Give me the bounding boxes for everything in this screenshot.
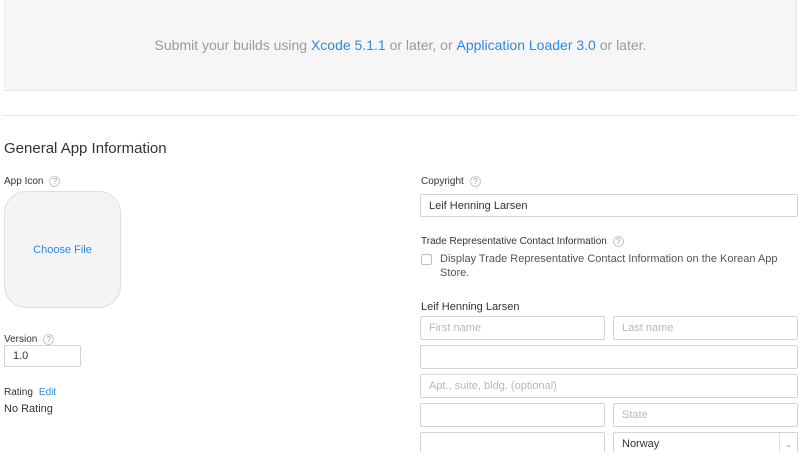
last-name-input[interactable]: Last name — [613, 316, 798, 340]
banner-prefix-text: Submit your builds using — [154, 37, 311, 53]
application-loader-link[interactable]: Application Loader 3.0 — [457, 37, 596, 53]
country-select[interactable]: Norway ⌄ — [613, 432, 798, 452]
copyright-label: Copyright — [421, 176, 464, 187]
section-divider — [4, 115, 797, 116]
help-icon[interactable]: ? — [612, 236, 624, 247]
help-icon[interactable]: ? — [469, 176, 481, 187]
app-icon-label: App Icon — [4, 176, 44, 187]
city-input[interactable] — [420, 403, 605, 427]
rating-value: No Rating — [4, 403, 53, 415]
state-input[interactable]: State — [613, 403, 798, 427]
trade-rep-name: Leif Henning Larsen — [421, 301, 520, 313]
trade-rep-label-row: Trade Representative Contact Information… — [421, 236, 624, 247]
apt-suite-input[interactable]: Apt., suite, bldg. (optional) — [420, 374, 798, 398]
chevron-down-icon[interactable]: ⌄ — [779, 433, 797, 452]
copyright-input[interactable]: Leif Henning Larsen — [420, 194, 798, 217]
rating-label: Rating — [4, 387, 33, 398]
first-name-input[interactable]: First name — [420, 316, 605, 340]
help-icon[interactable]: ? — [43, 334, 55, 345]
copyright-label-row: Copyright ? — [421, 176, 481, 187]
version-input[interactable]: 1.0 — [4, 345, 81, 367]
submit-builds-banner: Submit your builds using Xcode 5.1.1 or … — [4, 0, 797, 91]
trade-rep-label: Trade Representative Contact Information — [421, 236, 607, 247]
help-icon[interactable]: ? — [49, 176, 61, 187]
country-select-value: Norway — [622, 438, 660, 450]
app-icon-label-row: App Icon ? — [4, 176, 61, 187]
choose-file-button[interactable]: Choose File — [33, 244, 92, 256]
xcode-link[interactable]: Xcode 5.1.1 — [311, 37, 386, 53]
display-trade-rep-checkbox-label[interactable]: Display Trade Representative Contact Inf… — [440, 252, 801, 280]
section-title: General App Information — [4, 140, 167, 157]
rating-edit-link[interactable]: Edit — [39, 387, 56, 398]
version-label-row: Version ? — [4, 334, 55, 345]
version-label: Version — [4, 334, 38, 345]
postal-code-input[interactable] — [420, 432, 605, 452]
display-trade-rep-checkbox[interactable] — [421, 254, 432, 265]
rating-label-row: Rating Edit — [4, 387, 56, 398]
banner-suffix-text: or later. — [595, 37, 647, 53]
banner-middle-text: or later, or — [385, 37, 457, 53]
trade-rep-display-option[interactable]: Display Trade Representative Contact Inf… — [421, 252, 801, 280]
address-line-input[interactable] — [420, 345, 798, 369]
app-icon-dropzone[interactable]: Choose File — [4, 191, 121, 308]
